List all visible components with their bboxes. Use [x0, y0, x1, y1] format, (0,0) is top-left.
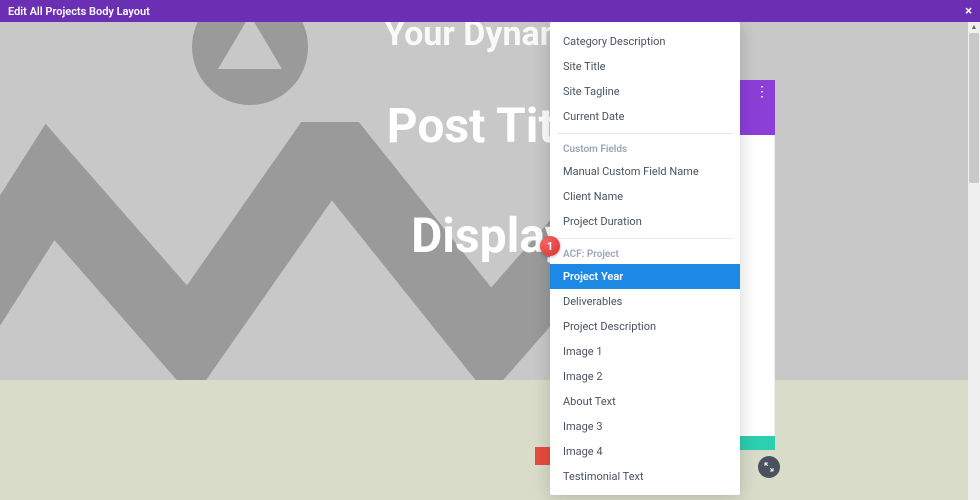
dropdown-option[interactable]: Testimonial Name — [557, 489, 733, 495]
dropdown-option[interactable]: Category Description — [557, 29, 733, 54]
expand-modal-button[interactable] — [758, 456, 780, 478]
preview-text-top: Your Dynamic — [0, 22, 980, 54]
dropdown-option[interactable]: Image 3 — [557, 414, 733, 439]
editor-title: Edit All Projects Body Layout — [8, 5, 150, 18]
dropdown-section-header: ACF: Project — [557, 238, 733, 264]
editor-header-bar: Edit All Projects Body Layout × — [0, 0, 980, 22]
settings-modal-strip — [740, 80, 775, 450]
preview-lower-section — [0, 380, 980, 500]
dropdown-option[interactable]: Project Year — [550, 264, 740, 289]
kebab-menu-icon[interactable]: ⋮ — [755, 90, 769, 94]
settings-modal-footer-accent — [740, 436, 775, 450]
scrollbar-thumb[interactable] — [969, 33, 979, 183]
delete-action-strip[interactable] — [535, 447, 551, 465]
scrollbar-up-arrow-icon[interactable]: ▲ — [968, 22, 980, 32]
dropdown-option[interactable]: Project Duration — [557, 209, 733, 234]
dropdown-option[interactable]: Site Tagline — [557, 79, 733, 104]
dropdown-option[interactable]: About Text — [557, 389, 733, 414]
placeholder-logo-icon — [190, 22, 310, 107]
dropdown-option[interactable]: Client Name — [557, 184, 733, 209]
dropdown-option[interactable]: Image 1 — [557, 339, 733, 364]
preview-background: Your Dynamic Post Title Display — [0, 22, 980, 380]
settings-modal-header: ⋮ — [740, 80, 775, 135]
dropdown-option[interactable]: Manual Custom Field Name — [557, 159, 733, 184]
dropdown-option[interactable]: Project Description — [557, 314, 733, 339]
dropdown-option[interactable]: Image 4 — [557, 439, 733, 464]
expand-icon — [763, 461, 775, 473]
dropdown-option[interactable]: Testimonial Text — [557, 464, 733, 489]
page-scrollbar[interactable]: ▲ — [968, 22, 980, 500]
dropdown-option[interactable]: Image 2 — [557, 364, 733, 389]
annotation-badge-1: 1 — [540, 236, 560, 256]
dynamic-content-dropdown: Category DescriptionSite TitleSite Tagli… — [550, 22, 740, 495]
dropdown-option[interactable]: Current Date — [557, 104, 733, 129]
dropdown-section-header: Custom Fields — [557, 133, 733, 159]
dropdown-option[interactable]: Site Title — [557, 54, 733, 79]
close-icon[interactable]: × — [965, 4, 972, 19]
dropdown-option[interactable]: Deliverables — [557, 289, 733, 314]
